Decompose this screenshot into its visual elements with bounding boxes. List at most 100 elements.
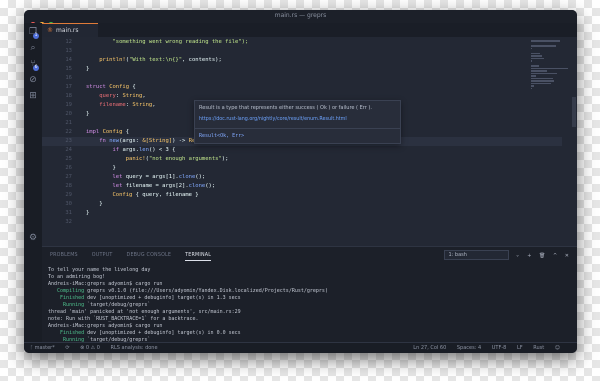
- code-line[interactable]: 30 }: [42, 200, 562, 209]
- line-number: 19: [65, 102, 72, 108]
- code-token: let: [86, 183, 126, 189]
- minimap-line: [531, 47, 532, 49]
- code-token: clone: [188, 183, 206, 189]
- code-token: Config: [112, 192, 133, 198]
- settings-gear-icon[interactable]: ⚙: [28, 233, 38, 243]
- code-token: new: [109, 138, 120, 144]
- new-terminal-button[interactable]: +: [527, 253, 531, 259]
- code-token: filename: [86, 102, 126, 108]
- code-editor[interactable]: 12 "something went wrong reading the fil…: [42, 37, 577, 246]
- indentation[interactable]: Spaces: 4: [457, 345, 481, 351]
- code-line[interactable]: 32: [42, 218, 562, 227]
- code-token: ();: [195, 174, 206, 180]
- panel-tab-problems[interactable]: PROBLEMS: [50, 253, 78, 258]
- code-token: panic!: [125, 156, 146, 162]
- code-line[interactable]: 16: [42, 74, 562, 83]
- title-bar: main.rs — greprs: [24, 10, 577, 28]
- hover-tooltip: Result is a type that represents either …: [194, 100, 401, 144]
- debug-icon[interactable]: ⊘: [28, 75, 38, 85]
- terminal-text: dev [unoptimized + debuginfo] target(s) …: [84, 295, 241, 301]
- minimap-line: [531, 67, 568, 69]
- line-number: 28: [65, 183, 72, 189]
- code-line[interactable]: 13: [42, 47, 562, 56]
- terminal-line: To an admiring bog!: [48, 274, 106, 280]
- encoding[interactable]: UTF-8: [492, 345, 507, 351]
- line-number: 21: [65, 120, 72, 126]
- terminal-line: Andreis-iMac:greprs adyomin$ cargo run: [48, 281, 163, 287]
- code-token: }: [86, 165, 116, 171]
- code-token: query: [86, 93, 116, 99]
- code-line[interactable]: 14 println!("With text:\n{}", contents);: [42, 56, 562, 65]
- terminal-select[interactable]: 1: bash: [444, 250, 510, 260]
- minimap-line: [531, 87, 532, 89]
- minimap[interactable]: [531, 39, 571, 99]
- code-token: let: [86, 174, 126, 180]
- close-panel-button[interactable]: ✕: [565, 253, 569, 259]
- code-line[interactable]: 25 panic!("not enough arguments");: [42, 155, 562, 164]
- maximize-panel-button[interactable]: ^: [553, 253, 557, 259]
- minimap-line: [531, 82, 552, 84]
- extensions-icon[interactable]: ⊞: [28, 91, 38, 101]
- problems-count[interactable]: ⊗ 0 ⚠ 0: [80, 345, 100, 351]
- editor-scrollbar[interactable]: [572, 97, 576, 127]
- git-branch[interactable]: ᚴ master*: [30, 345, 55, 351]
- code-line[interactable]: 26 }: [42, 164, 562, 173]
- line-number: 27: [65, 174, 72, 180]
- rust-file-icon: ®: [47, 27, 53, 34]
- line-number: 32: [65, 219, 72, 225]
- code-token: {: [129, 84, 136, 90]
- minimap-line: [531, 45, 556, 47]
- editor-window: main.rs — greprs ❐ 1 ⌕ ⑂ 6 ⊘ ⊞ ⚙ ® main.rs 12 "s…: [24, 10, 577, 353]
- tab-bar: ® main.rs: [42, 23, 577, 37]
- terminal-line: note: Run with `RUST_BACKTRACE=1` for a …: [48, 316, 199, 322]
- code-line[interactable]: 12 "something went wrong reading the fil…: [42, 38, 562, 47]
- minimap-line: [531, 75, 537, 77]
- code-line[interactable]: 31}: [42, 209, 562, 218]
- panel-tab-output[interactable]: OUTPUT: [92, 253, 113, 258]
- hover-description: Result is a type that represents either …: [199, 105, 372, 111]
- code-line[interactable]: 27 let query = args[1].clone();: [42, 173, 562, 182]
- code-line[interactable]: 17 struct Config {: [42, 83, 562, 92]
- code-token: Config: [109, 84, 130, 90]
- line-ending[interactable]: LF: [517, 345, 523, 351]
- minimap-line: [531, 57, 544, 59]
- line-number: 26: [65, 165, 72, 171]
- code-token: impl: [86, 129, 103, 135]
- cursor-position[interactable]: Ln 27, Col 60: [413, 345, 446, 351]
- line-number: 17: [65, 84, 72, 90]
- code-token: ,: [152, 102, 156, 108]
- panel-tab-debug-console[interactable]: DEBUG CONSOLE: [127, 253, 172, 258]
- minimap-line: [531, 77, 553, 79]
- panel-tab-terminal[interactable]: TERMINAL: [185, 253, 212, 261]
- code-token: (args:: [119, 138, 143, 144]
- terminal-select-chevron-icon[interactable]: ⌄: [515, 253, 519, 259]
- code-line[interactable]: 29 Config { query, filename }: [42, 191, 562, 200]
- source-control-badge: 6: [33, 65, 39, 71]
- code-token: args.: [122, 147, 139, 153]
- feedback-icon[interactable]: ☺: [555, 345, 560, 351]
- hover-signature: Result<Ok, Err>: [195, 128, 400, 143]
- tab-main-rs[interactable]: ® main.rs: [42, 23, 98, 37]
- code-line[interactable]: 28 let filename = args[2].clone();: [42, 182, 562, 191]
- sync-icon[interactable]: ⟳: [65, 345, 69, 351]
- line-number: 23: [65, 138, 72, 144]
- line-number: 16: [65, 75, 72, 81]
- line-number: 20: [65, 111, 72, 117]
- terminal-line: Finished dev [unoptimized + debuginfo] t…: [48, 330, 241, 337]
- language-mode[interactable]: Rust: [533, 345, 544, 351]
- hover-doc-link[interactable]: https://doc.rust-lang.org/nightly/core/r…: [199, 117, 347, 122]
- line-number: 12: [65, 39, 72, 45]
- trash-icon[interactable]: 🗑: [539, 253, 545, 259]
- code-line[interactable]: 24 if args.len() < 3 {: [42, 146, 562, 155]
- code-token: }: [86, 111, 90, 117]
- code-token: ) ->: [172, 138, 189, 144]
- search-icon[interactable]: ⌕: [28, 43, 38, 53]
- terminal-line: Compiling greprs v0.1.0 (file:///Users/a…: [48, 288, 328, 295]
- terminal-text: Finished: [48, 295, 85, 301]
- minimap-line: [531, 80, 555, 82]
- line-number: 14: [65, 57, 72, 63]
- code-line[interactable]: 15}: [42, 65, 562, 74]
- terminal-line: Finished dev [unoptimized + debuginfo] t…: [48, 295, 241, 302]
